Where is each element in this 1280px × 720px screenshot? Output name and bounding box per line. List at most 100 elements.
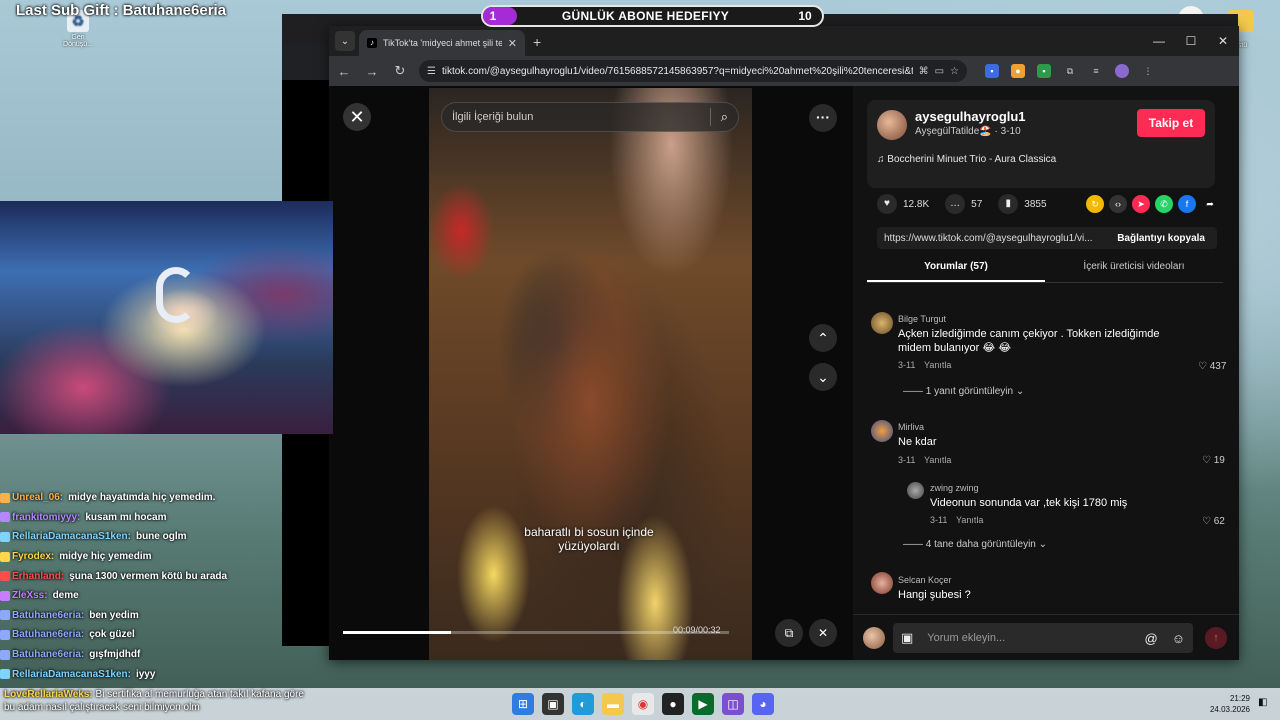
reply-button[interactable]: Yanıtla [924, 360, 951, 370]
chat-badge-icon [0, 629, 10, 640]
repost-icon[interactable]: ↻ [1086, 195, 1104, 213]
app-icon[interactable]: ● [662, 693, 684, 715]
chat-badge-icon [0, 571, 10, 582]
author-subline: AyşegülTatilde🏖️ · 3-10 [915, 126, 1021, 137]
edge-icon[interactable]: ◐ [572, 693, 594, 715]
reply-button[interactable]: Yanıtla [924, 455, 951, 465]
omnibox[interactable]: ☰ tiktok.com/@aysegulhayroglu1/video/761… [419, 60, 967, 82]
send-to-friends-icon[interactable]: ➤ [1132, 195, 1150, 213]
related-search-input[interactable]: İlgili İçeriği bulun ⌕ [441, 102, 739, 132]
picture-in-picture-button[interactable]: ⧉ [775, 619, 803, 647]
start-icon[interactable]: ⊞ [512, 693, 534, 715]
commenter-name[interactable]: Mirliva [898, 422, 924, 432]
translate-icon[interactable]: ⌘ [919, 66, 929, 77]
cast-icon[interactable]: ▭ [935, 66, 944, 77]
system-clock[interactable]: 21:29 24.03.2026 [1210, 693, 1250, 715]
search-icon[interactable]: ⌕ [721, 109, 728, 125]
comment-like[interactable]: ♡ 437 [1198, 361, 1226, 372]
profile-avatar[interactable] [1115, 64, 1129, 78]
chat-username: Fyrodex: [12, 551, 55, 563]
like-stat[interactable]: ♥ 12.8K [877, 194, 929, 214]
close-video-button[interactable]: ✕ [343, 103, 371, 131]
comment-composer: ▣ Yorum ekleyin... @ ☺ ↑ [853, 614, 1239, 660]
alert-user: LoveRellariaWeks: [4, 689, 93, 700]
comment-input[interactable]: ▣ Yorum ekleyin... @ ☺ [893, 623, 1193, 653]
previous-video-button[interactable]: ⌃ [809, 324, 837, 352]
comment-like[interactable]: ♡ 62 [1202, 516, 1225, 527]
chat-text: midye hayatımda hiç yemedim. [68, 492, 216, 504]
last-sub-gift: Last Sub Gift : Batuhane6eria [16, 2, 227, 19]
extension-icon[interactable]: ● [1011, 64, 1025, 78]
new-tab-icon[interactable]: + [533, 34, 541, 50]
reading-list-icon[interactable]: ≡ [1089, 64, 1103, 78]
chat-message: Unreal_06: midye hayatımda hiç yemedim. [0, 488, 280, 508]
extension-icon[interactable]: ▪ [985, 64, 999, 78]
discord-icon[interactable]: ◕ [752, 693, 774, 715]
bookmark-star-icon[interactable]: ☆ [950, 66, 959, 77]
next-video-button[interactable]: ⌄ [809, 363, 837, 391]
close-tab-icon[interactable]: ✕ [508, 37, 517, 50]
app-icon[interactable]: ◫ [722, 693, 744, 715]
site-info-icon[interactable]: ☰ [427, 66, 436, 77]
tab-tiktok[interactable]: ♪ TikTok'ta 'midyeci ahmet şili tencere'… [359, 30, 525, 56]
chrome-icon[interactable]: ◉ [632, 693, 654, 715]
reload-icon[interactable]: ↻ [391, 63, 409, 79]
commenter-avatar[interactable] [871, 572, 893, 594]
share-more-icon[interactable]: ➦ [1201, 195, 1219, 213]
chat-message: Batuhane6eria: ben yedim [0, 606, 280, 626]
extensions-puzzle-icon[interactable]: ⧉ [1063, 64, 1077, 78]
game-app-icon[interactable]: ▶ [692, 693, 714, 715]
video-player[interactable] [429, 88, 752, 660]
heart-outline-icon: ♡ [1202, 455, 1214, 466]
author-avatar[interactable] [877, 110, 907, 140]
comment-date: 3-11 [898, 360, 916, 370]
tab-creator-videos[interactable]: İçerik üreticisi videoları [1045, 261, 1223, 282]
commenter-avatar[interactable] [907, 482, 924, 499]
reply-button[interactable]: Yanıtla [956, 515, 983, 525]
mute-button[interactable]: ✕ [809, 619, 837, 647]
emoji-icon[interactable]: ☺ [1172, 631, 1185, 646]
commenter-name[interactable]: zwing zwing [930, 483, 979, 493]
file-explorer-icon[interactable]: ▬ [602, 693, 624, 715]
chat-username: Batuhane6eria: [12, 609, 85, 621]
commenter-name[interactable]: Bilge Turgut [898, 314, 946, 324]
author-username[interactable]: aysegulhayroglu1 [915, 109, 1026, 124]
commenter-avatar[interactable] [871, 420, 893, 442]
follow-button[interactable]: Takip et [1137, 109, 1205, 137]
notification-icon[interactable]: ◧ [1258, 697, 1270, 709]
music-link[interactable]: ♫ Boccherini Minuet Trio - Aura Classica [877, 154, 1056, 165]
chat-badge-icon [0, 492, 10, 503]
commenter-avatar[interactable] [871, 312, 893, 334]
extension-icon[interactable]: ▪ [1037, 64, 1051, 78]
more-options-button[interactable]: ··· [809, 104, 837, 132]
video-progress-bar[interactable] [343, 631, 729, 634]
whatsapp-icon[interactable]: ✆ [1155, 195, 1173, 213]
save-stat[interactable]: ▮ 3855 [998, 194, 1047, 214]
comment-text: Videonun sonunda var ,tek kişi 1780 miş [930, 497, 1128, 509]
tab-search-icon[interactable]: ⌄ [335, 31, 355, 51]
mention-icon[interactable]: @ [1145, 631, 1158, 646]
comment-stat[interactable]: … 57 [945, 194, 982, 214]
forward-icon[interactable]: → [363, 64, 381, 79]
chat-username: Batuhane6eria: [12, 629, 85, 641]
back-icon[interactable]: ← [335, 64, 353, 79]
tab-comments[interactable]: Yorumlar (57) [867, 261, 1045, 282]
view-more-replies[interactable]: —— 4 tane daha görüntüleyin ⌄ [903, 539, 1047, 550]
minimize-icon[interactable]: — [1143, 34, 1175, 48]
send-comment-icon[interactable]: ↑ [1205, 627, 1227, 649]
facebook-icon[interactable]: f [1178, 195, 1196, 213]
commenter-name[interactable]: Selcan Koçer [898, 575, 952, 585]
task-view-icon[interactable]: ▣ [542, 693, 564, 715]
divider-line: —— [903, 539, 926, 550]
gift-icon[interactable]: ▣ [901, 630, 913, 646]
copy-link-button[interactable]: Bağlantıyı kopyala [1105, 233, 1217, 244]
my-avatar [863, 627, 885, 649]
embed-icon[interactable]: ‹› [1109, 195, 1127, 213]
comment-like-count: 62 [1213, 516, 1225, 527]
comment-like[interactable]: ♡ 19 [1202, 455, 1225, 466]
close-window-icon[interactable]: ✕ [1207, 34, 1239, 48]
video-area: ✕ İlgili İçeriği bulun ⌕ ··· ⌃ ⌄ baharat… [329, 86, 853, 660]
maximize-icon[interactable]: ☐ [1175, 34, 1207, 48]
browser-menu-icon[interactable]: ⋮ [1141, 64, 1155, 78]
view-replies[interactable]: —— 1 yanıt görüntüleyin ⌄ [903, 386, 1024, 397]
